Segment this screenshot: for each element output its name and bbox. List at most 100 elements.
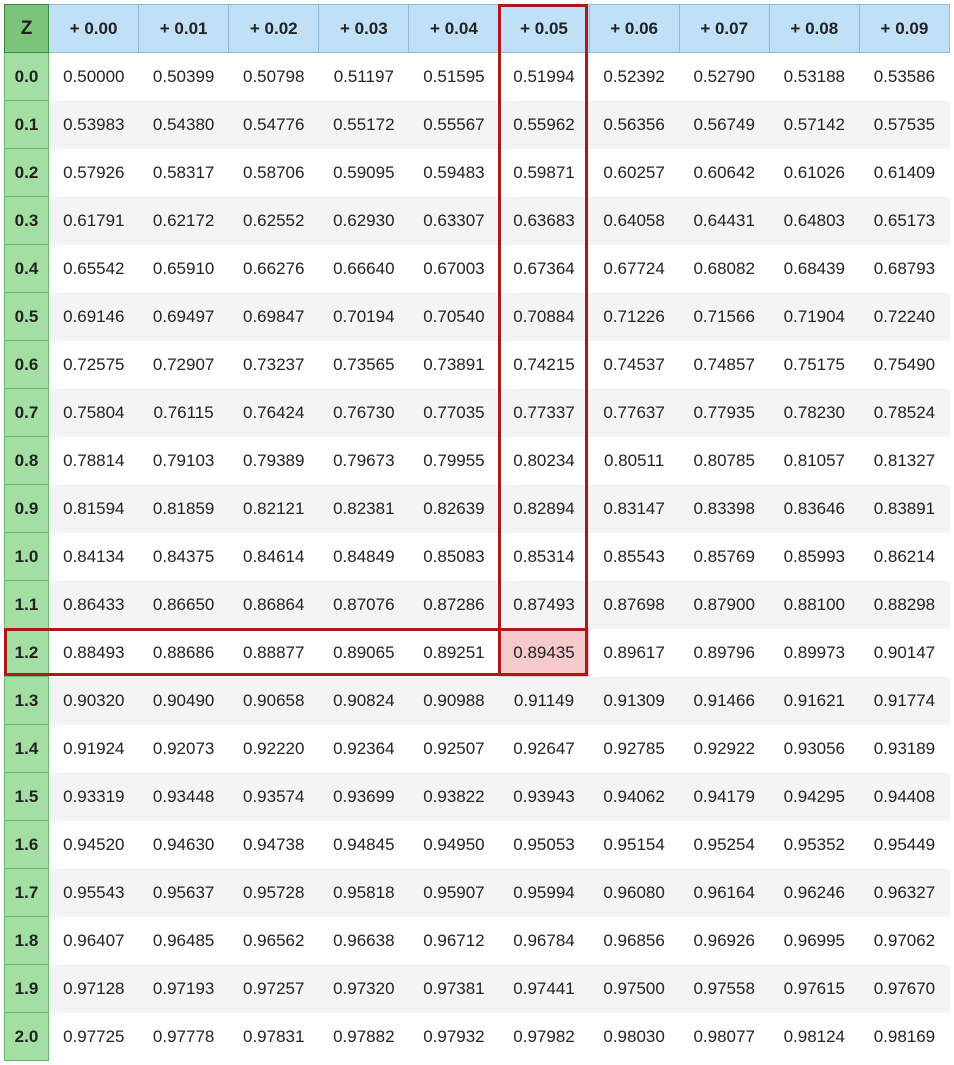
data-cell: 0.97932 [409,1013,499,1061]
data-cell: 0.91924 [49,725,139,773]
data-cell: 0.86433 [49,581,139,629]
data-cell: 0.87076 [319,581,409,629]
data-cell: 0.68439 [769,245,859,293]
data-cell: 0.65173 [859,197,949,245]
data-cell: 0.55962 [499,101,589,149]
data-cell: 0.84614 [229,533,319,581]
row-header: 0.2 [5,149,49,197]
table-row: 0.20.579260.583170.587060.590950.594830.… [5,149,950,197]
data-cell: 0.79673 [319,437,409,485]
data-cell: 0.91466 [679,677,769,725]
data-cell: 0.80234 [499,437,589,485]
data-cell: 0.96995 [769,917,859,965]
data-cell: 0.78814 [49,437,139,485]
data-cell: 0.95728 [229,869,319,917]
data-cell: 0.71904 [769,293,859,341]
data-cell: 0.71566 [679,293,769,341]
data-cell: 0.88100 [769,581,859,629]
data-cell: 0.72907 [139,341,229,389]
data-cell: 0.67003 [409,245,499,293]
data-cell: 0.95053 [499,821,589,869]
data-cell: 0.86214 [859,533,949,581]
row-header: 0.0 [5,53,49,101]
data-cell: 0.50000 [49,53,139,101]
data-cell: 0.96926 [679,917,769,965]
data-cell: 0.94062 [589,773,679,821]
data-cell: 0.92922 [679,725,769,773]
data-cell: 0.50798 [229,53,319,101]
data-cell: 0.97257 [229,965,319,1013]
data-cell: 0.65910 [139,245,229,293]
data-cell: 0.70540 [409,293,499,341]
table-row: 0.80.788140.791030.793890.796730.799550.… [5,437,950,485]
data-cell: 0.78524 [859,389,949,437]
data-cell: 0.76115 [139,389,229,437]
table-row: 1.10.864330.866500.868640.870760.872860.… [5,581,950,629]
data-cell: 0.95352 [769,821,859,869]
data-cell: 0.73891 [409,341,499,389]
table-row: 2.00.977250.977780.978310.978820.979320.… [5,1013,950,1061]
data-cell: 0.90658 [229,677,319,725]
data-cell: 0.89617 [589,629,679,677]
data-cell: 0.96246 [769,869,859,917]
data-cell: 0.51994 [499,53,589,101]
data-cell: 0.91774 [859,677,949,725]
table-row: 0.90.815940.818590.821210.823810.826390.… [5,485,950,533]
data-cell: 0.87698 [589,581,679,629]
data-cell: 0.50399 [139,53,229,101]
data-cell: 0.67724 [589,245,679,293]
data-cell: 0.98077 [679,1013,769,1061]
data-cell: 0.94179 [679,773,769,821]
row-header: 1.6 [5,821,49,869]
data-cell: 0.96856 [589,917,679,965]
data-cell: 0.85543 [589,533,679,581]
data-cell: 0.83398 [679,485,769,533]
data-cell: 0.96080 [589,869,679,917]
data-cell: 0.85769 [679,533,769,581]
data-cell: 0.57535 [859,101,949,149]
col-header: + 0.07 [679,5,769,53]
data-cell: 0.79103 [139,437,229,485]
row-header: 1.2 [5,629,49,677]
data-cell: 0.62930 [319,197,409,245]
data-cell: 0.95994 [499,869,589,917]
data-cell: 0.94738 [229,821,319,869]
data-cell: 0.78230 [769,389,859,437]
data-cell: 0.97381 [409,965,499,1013]
data-cell: 0.84375 [139,533,229,581]
data-cell: 0.89973 [769,629,859,677]
data-cell: 0.85993 [769,533,859,581]
data-cell: 0.95254 [679,821,769,869]
data-cell: 0.95907 [409,869,499,917]
data-cell: 0.61791 [49,197,139,245]
row-header: 0.8 [5,437,49,485]
data-cell: 0.77337 [499,389,589,437]
col-header: + 0.02 [229,5,319,53]
data-cell: 0.72240 [859,293,949,341]
data-cell: 0.53586 [859,53,949,101]
data-cell: 0.84134 [49,533,139,581]
data-cell: 0.59483 [409,149,499,197]
data-cell: 0.90320 [49,677,139,725]
data-cell: 0.68793 [859,245,949,293]
data-cell: 0.93319 [49,773,139,821]
data-cell: 0.83147 [589,485,679,533]
data-cell: 0.54776 [229,101,319,149]
data-cell: 0.97193 [139,965,229,1013]
data-cell: 0.77035 [409,389,499,437]
corner-cell: Z [5,5,49,53]
row-header: 1.7 [5,869,49,917]
data-cell: 0.95449 [859,821,949,869]
data-cell: 0.93574 [229,773,319,821]
data-cell: 0.95818 [319,869,409,917]
data-cell: 0.91149 [499,677,589,725]
row-header: 1.0 [5,533,49,581]
data-cell: 0.97831 [229,1013,319,1061]
data-cell: 0.89065 [319,629,409,677]
data-cell: 0.55172 [319,101,409,149]
data-cell: 0.77935 [679,389,769,437]
data-cell: 0.97062 [859,917,949,965]
col-header: + 0.03 [319,5,409,53]
data-cell: 0.62552 [229,197,319,245]
data-cell: 0.94845 [319,821,409,869]
